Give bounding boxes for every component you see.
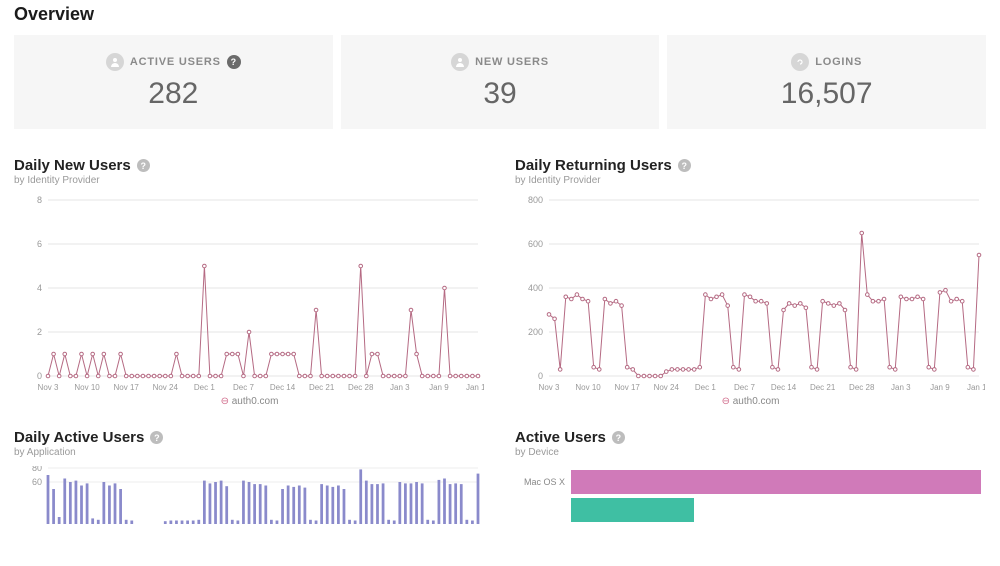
svg-text:Jan 17: Jan 17 [967, 383, 985, 392]
svg-text:Jan 17: Jan 17 [466, 383, 484, 392]
chart-subtitle: by Device [515, 447, 986, 458]
chart-subtitle: by Identity Provider [14, 175, 485, 186]
svg-text:Nov 17: Nov 17 [615, 383, 641, 392]
stat-label: LOGINS [815, 56, 862, 68]
svg-text:200: 200 [528, 327, 543, 337]
chart-title: Daily Returning Users [515, 157, 672, 174]
svg-text:Jan 9: Jan 9 [429, 383, 449, 392]
stat-label: ACTIVE USERS [130, 56, 221, 68]
svg-text:400: 400 [528, 283, 543, 293]
chart-canvas: Mac OS X [515, 466, 985, 526]
user-icon [106, 53, 124, 71]
svg-text:600: 600 [528, 239, 543, 249]
svg-text:Dec 1: Dec 1 [695, 383, 716, 392]
chart-daily-active-users: Daily Active Users ? by Application 60 80 [14, 429, 485, 526]
svg-text:Mac OS X: Mac OS X [524, 477, 565, 487]
stat-head: LOGINS [791, 53, 862, 71]
svg-text:Jan 9: Jan 9 [930, 383, 950, 392]
svg-text:Jan 3: Jan 3 [891, 383, 911, 392]
svg-text:0: 0 [37, 371, 42, 381]
stat-card-active-users: ACTIVE USERS ? 282 [14, 35, 333, 129]
svg-text:Dec 21: Dec 21 [309, 383, 335, 392]
help-icon[interactable]: ? [678, 159, 691, 172]
chart-legend: ⊖ auth0.com [515, 396, 986, 407]
svg-text:Dec 7: Dec 7 [233, 383, 254, 392]
stat-label: NEW USERS [475, 56, 549, 68]
svg-text:Dec 21: Dec 21 [810, 383, 836, 392]
svg-text:8: 8 [37, 195, 42, 205]
chart-canvas: 0 2 4 6 8 Nov 3 Nov 10 Nov 17 Nov 24 Dec 1 Dec 7 De… [14, 194, 484, 394]
chart-title: Active Users [515, 429, 606, 446]
stat-card-new-users: NEW USERS 39 [341, 35, 660, 129]
svg-text:Nov 3: Nov 3 [38, 383, 59, 392]
svg-text:800: 800 [528, 195, 543, 205]
stat-value: 282 [14, 77, 333, 111]
stat-value: 39 [341, 77, 660, 111]
svg-text:Nov 3: Nov 3 [539, 383, 560, 392]
stat-head: ACTIVE USERS ? [106, 53, 241, 71]
svg-text:Nov 24: Nov 24 [654, 383, 680, 392]
svg-text:Jan 3: Jan 3 [390, 383, 410, 392]
svg-text:Dec 7: Dec 7 [734, 383, 755, 392]
chart-title: Daily New Users [14, 157, 131, 174]
svg-text:Nov 24: Nov 24 [153, 383, 179, 392]
svg-text:Dec 28: Dec 28 [849, 383, 875, 392]
svg-text:0: 0 [538, 371, 543, 381]
svg-text:2: 2 [37, 327, 42, 337]
stat-head: NEW USERS [451, 53, 549, 71]
svg-text:Dec 14: Dec 14 [771, 383, 797, 392]
svg-text:4: 4 [37, 283, 42, 293]
chart-daily-returning-users: Daily Returning Users ? by Identity Prov… [515, 157, 986, 407]
chart-canvas: 0 200 400 600 800 Nov 3 Nov 10 Nov 17 Nov 24 Dec … [515, 194, 985, 394]
stat-value: 16,507 [667, 77, 986, 111]
svg-text:Dec 28: Dec 28 [348, 383, 374, 392]
svg-text:Nov 10: Nov 10 [575, 383, 601, 392]
stats-bar: ACTIVE USERS ? 282 NEW USERS 39 LOGINS 1… [14, 35, 986, 129]
user-icon [451, 53, 469, 71]
help-icon[interactable]: ? [137, 159, 150, 172]
help-icon[interactable]: ? [612, 431, 625, 444]
chart-row-1: Daily New Users ? by Identity Provider 0… [14, 157, 986, 407]
help-icon[interactable]: ? [150, 431, 163, 444]
chart-canvas: 60 80 [14, 466, 484, 526]
svg-text:60: 60 [32, 477, 42, 487]
page-title: Overview [14, 4, 986, 25]
svg-text:Dec 14: Dec 14 [270, 383, 296, 392]
chart-title: Daily Active Users [14, 429, 144, 446]
svg-text:80: 80 [32, 466, 42, 473]
chart-subtitle: by Identity Provider [515, 175, 986, 186]
stat-card-logins: LOGINS 16,507 [667, 35, 986, 129]
chart-subtitle: by Application [14, 447, 485, 458]
help-icon[interactable]: ? [227, 55, 241, 69]
chart-daily-new-users: Daily New Users ? by Identity Provider 0… [14, 157, 485, 407]
chart-active-users-device: Active Users ? by Device Mac OS X [515, 429, 986, 526]
link-icon [791, 53, 809, 71]
svg-text:Nov 17: Nov 17 [114, 383, 140, 392]
chart-legend: ⊖ auth0.com [14, 396, 485, 407]
svg-text:Dec 1: Dec 1 [194, 383, 215, 392]
svg-text:Nov 10: Nov 10 [74, 383, 100, 392]
chart-row-2: Daily Active Users ? by Application 60 80… [14, 429, 986, 526]
svg-text:6: 6 [37, 239, 42, 249]
